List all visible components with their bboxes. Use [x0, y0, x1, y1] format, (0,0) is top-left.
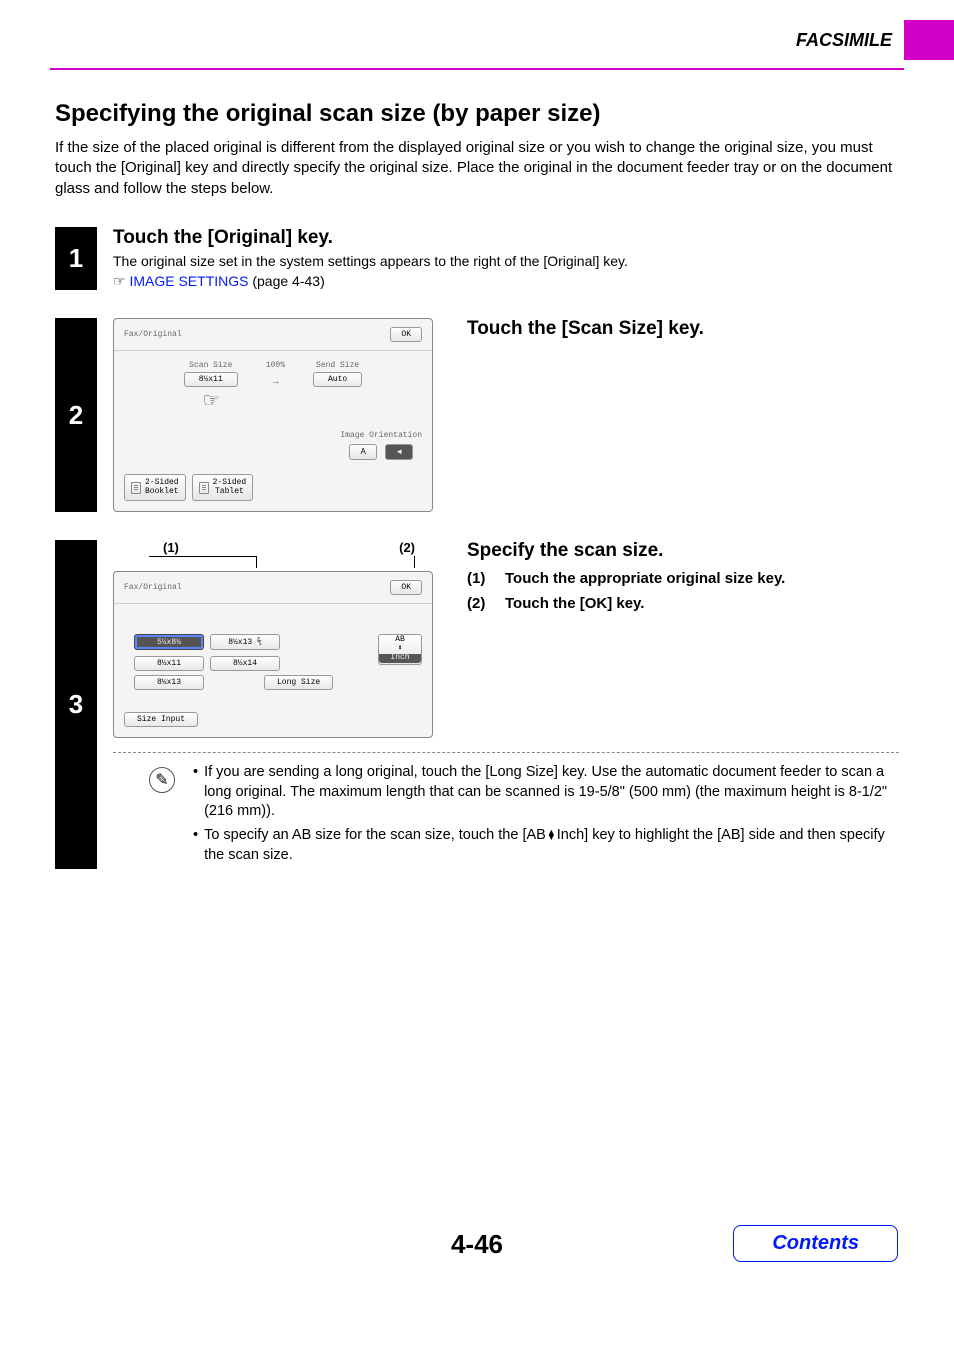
size-8half-x-13-2-5[interactable]: 8½x13 ⅖ — [210, 634, 280, 650]
callout-2: (2) — [399, 540, 415, 555]
ab-inch-toggle[interactable]: AB⬍Inch — [378, 634, 422, 664]
step-number: 2 — [55, 318, 97, 513]
step-2: 2 Fax/Original OK Scan Size 8½x11 — [55, 318, 899, 513]
header: FACSIMILE — [0, 0, 954, 68]
scan-size-label: Scan Size — [189, 361, 232, 370]
step-3: 3 (1) (2) — [55, 540, 899, 869]
step-number: 3 — [55, 540, 97, 869]
pointer-icon: ☞ — [113, 273, 126, 289]
orientation-label: Image Orientation — [340, 431, 422, 440]
tablet-icon — [199, 482, 209, 494]
footer: 4-46 Contents — [0, 1229, 954, 1260]
send-size-button[interactable]: Auto — [313, 372, 362, 387]
content: Specifying the original scan size (by pa… — [0, 70, 954, 869]
size-8half-x-11[interactable]: 8½x11 — [134, 656, 204, 671]
size-8half-x-13[interactable]: 8½x13 — [134, 675, 204, 690]
size-8half-x-14[interactable]: 8½x14 — [210, 656, 280, 671]
notes: ✎ If you are sending a long original, to… — [113, 763, 899, 869]
sub2-num: (2) — [467, 595, 495, 612]
step1-title: Touch the [Original] key. — [113, 227, 899, 249]
note-1: If you are sending a long original, touc… — [204, 763, 899, 822]
size-5half-x-8half[interactable]: 5½x8½ — [134, 634, 204, 650]
size-grid: 5½x8½ 8½x13 ⅖ 8½x11 8½x14 — [124, 634, 343, 671]
topic-intro: If the size of the placed original is di… — [55, 138, 899, 199]
booklet-icon — [131, 482, 141, 494]
hand-cursor-icon: ☜ — [204, 391, 218, 415]
step1-linkline: ☞ IMAGE SETTINGS (page 4-43) — [113, 273, 899, 290]
step3-title: Specify the scan size. — [467, 540, 899, 562]
long-size-button[interactable]: Long Size — [264, 675, 333, 690]
page: FACSIMILE Specifying the original scan s… — [0, 0, 954, 1300]
callout-labels: (1) (2) — [113, 540, 433, 556]
section-color-tab — [904, 20, 954, 60]
swap-arrows-icon: ▲▼ — [547, 830, 556, 841]
step3-screenshot: Fax/Original OK 5½x8½ 8½x13 ⅖ 8½x11 — [113, 571, 433, 738]
ok-button[interactable]: OK — [390, 327, 422, 342]
orientation-landscape-button[interactable]: ◄ — [385, 444, 413, 460]
dashed-separator — [113, 752, 899, 753]
ok-button[interactable]: OK — [390, 580, 422, 595]
step-number: 1 — [55, 227, 97, 290]
link-page-ref: (page 4-43) — [248, 273, 324, 289]
two-sided-tablet-button[interactable]: 2-SidedTablet — [192, 474, 254, 502]
step2-screenshot: Fax/Original OK Scan Size 8½x11 ☜ — [113, 318, 433, 513]
callout-lines — [113, 556, 433, 571]
step1-desc: The original size set in the system sett… — [113, 253, 899, 269]
arrow-icon: → — [272, 372, 278, 394]
pencil-note-icon: ✎ — [149, 767, 175, 793]
screen-title: Fax/Original — [124, 583, 182, 592]
callout-1: (1) — [163, 540, 179, 555]
sub1-text: Touch the appropriate original size key. — [505, 570, 785, 587]
scan-size-button[interactable]: 8½x11 — [184, 372, 238, 387]
send-size-label: Send Size — [316, 361, 359, 370]
note-2: To specify an AB size for the scan size,… — [204, 826, 899, 865]
image-settings-link[interactable]: IMAGE SETTINGS — [129, 273, 248, 289]
size-input-button[interactable]: Size Input — [124, 712, 198, 727]
section-label: FACSIMILE — [796, 30, 892, 51]
topic-title: Specifying the original scan size (by pa… — [55, 100, 899, 128]
step2-title: Touch the [Scan Size] key. — [467, 318, 899, 340]
sub2-text: Touch the [OK] key. — [505, 595, 644, 612]
two-sided-booklet-button[interactable]: 2-SidedBooklet — [124, 474, 186, 502]
ratio-label: 100% — [266, 361, 285, 370]
step-1: 1 Touch the [Original] key. The original… — [55, 227, 899, 290]
sub1-num: (1) — [467, 570, 495, 587]
orientation-portrait-button[interactable]: A — [349, 444, 377, 460]
contents-button[interactable]: Contents — [733, 1225, 898, 1262]
screen-title: Fax/Original — [124, 330, 182, 339]
